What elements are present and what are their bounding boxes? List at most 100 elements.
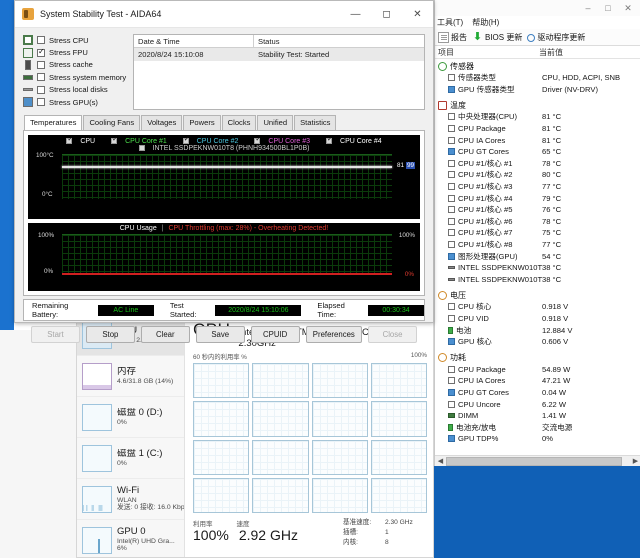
log-column-status[interactable]: Status [254, 35, 424, 47]
legend-item[interactable]: CPU Core #2 [179, 138, 243, 145]
legend-checkbox[interactable] [139, 145, 145, 151]
sensor-row[interactable]: 传感器类型CPU, HDD, ACPI, SNB [435, 72, 640, 84]
legend-checkbox[interactable] [66, 138, 72, 144]
sensor-row[interactable]: 电池12.884 V [435, 324, 640, 336]
battery-icon [448, 424, 453, 431]
scroll-right-icon[interactable]: ▶ [630, 456, 640, 467]
tab-voltages[interactable]: Voltages [141, 115, 182, 130]
sensor-row[interactable]: CPU #1/核心 #877 °C [435, 239, 640, 251]
legend-checkbox[interactable] [326, 138, 332, 144]
scroll-left-icon[interactable]: ◀ [435, 456, 446, 467]
legend-item[interactable]: CPU Core #4 [322, 138, 386, 145]
sensor-row[interactable]: CPU GT Cores65 °C [435, 146, 640, 158]
close-icon[interactable]: ✕ [402, 1, 433, 28]
legend-item[interactable]: INTEL SSDPEKNW010T8 (PHNH934500BL1P0B) [135, 145, 314, 152]
sensor-row[interactable]: DIMM1.41 W [435, 410, 640, 422]
legend-item[interactable]: CPU Core #3 [250, 138, 314, 145]
usage-ytick-bottom: 0% [44, 268, 53, 275]
clear-button[interactable]: Clear [141, 326, 190, 343]
minimize-icon[interactable]: – [578, 1, 598, 15]
stress-checkbox[interactable] [37, 98, 45, 106]
report-label: 报告 [451, 32, 467, 43]
sensor-row[interactable]: CPU #1/核心 #178 °C [435, 158, 640, 170]
report-button[interactable]: 报告 [438, 32, 467, 43]
stress-option-row[interactable]: Stress CPU [23, 34, 125, 46]
sensor-row[interactable]: 图形处理器(GPU)54 °C [435, 250, 640, 262]
sensor-row[interactable]: GPU TDP%0% [435, 433, 640, 445]
sensor-row[interactable]: INTEL SSDPEKNW010T8 (PH...38 °C [435, 262, 640, 274]
tab-temperatures[interactable]: Temperatures [24, 115, 82, 130]
maximize-icon[interactable]: □ [598, 1, 618, 15]
sensor-row-value: 6.22 W [542, 400, 640, 409]
column-header-item[interactable]: 项目 [435, 47, 539, 58]
stress-option-row[interactable]: Stress GPU(s) [23, 96, 125, 108]
sensor-row[interactable]: INTEL SSDPEKNW010T8 (PH...38 °C [435, 274, 640, 286]
minimize-icon[interactable]: — [340, 1, 371, 28]
sensor-row[interactable]: 中央处理器(CPU)81 °C [435, 111, 640, 123]
save-button[interactable]: Save [196, 326, 245, 343]
legend-item[interactable]: CPU Core #1 [107, 138, 171, 145]
stress-option-row[interactable]: Stress cache [23, 59, 125, 71]
aida64-titlebar[interactable]: System Stability Test - AIDA64 — ◻ ✕ [15, 1, 433, 28]
tab-unified[interactable]: Unified [257, 115, 293, 130]
logical-processor-grid[interactable] [193, 363, 427, 513]
stress-checkbox[interactable] [37, 86, 45, 94]
sensor-row[interactable]: CPU #1/核心 #678 °C [435, 216, 640, 228]
sensor-row[interactable]: CPU #1/核心 #280 °C [435, 169, 640, 181]
table-row[interactable]: 2020/8/24 15:10:08 Stability Test: Start… [134, 48, 424, 61]
sidebar-item-1-c[interactable]: 磁盘 1 (C:)0% [77, 438, 184, 479]
sensor-group-header[interactable]: 电压 [435, 289, 640, 301]
sensor-row[interactable]: CPU 核心0.918 V [435, 301, 640, 313]
legend-checkbox[interactable] [111, 138, 117, 144]
sensor-row[interactable]: CPU Package81 °C [435, 123, 640, 135]
menu-help[interactable]: 帮助(H) [472, 17, 499, 28]
sensor-row[interactable]: CPU #1/核心 #576 °C [435, 204, 640, 216]
sidebar-item-[interactable]: 内存4.6/31.8 GB (14%) [77, 356, 184, 397]
tab-clocks[interactable]: Clocks [222, 115, 257, 130]
log-column-datetime[interactable]: Date & Time [134, 35, 254, 47]
tab-powers[interactable]: Powers [183, 115, 220, 130]
legend-checkbox[interactable] [183, 138, 189, 144]
sensor-group-header[interactable]: 温度 [435, 99, 640, 111]
sensor-row[interactable]: CPU #1/核心 #377 °C [435, 181, 640, 193]
sensor-group-header[interactable]: 功耗 [435, 351, 640, 363]
bios-update-button[interactable]: ⬇ BIOS 更新 [472, 32, 522, 43]
stress-checkbox[interactable] [37, 36, 45, 44]
preferences-button[interactable]: Preferences [306, 326, 362, 343]
stress-option-row[interactable]: Stress local disks [23, 84, 125, 96]
sensor-row[interactable]: CPU IA Cores47.21 W [435, 375, 640, 387]
sensor-panel-scrollbar[interactable]: ◀ ▶ [435, 455, 640, 466]
sidebar-item-wi-fi[interactable]: Wi-FiWLAN发送: 0 接收: 16.0 Kbps [77, 479, 184, 520]
legend-item[interactable]: CPU [62, 138, 99, 145]
sensor-row[interactable]: CPU Package54.89 W [435, 363, 640, 375]
legend-checkbox[interactable] [254, 138, 260, 144]
sensor-row[interactable]: CPU Uncore6.22 W [435, 398, 640, 410]
column-header-value[interactable]: 当前值 [539, 47, 640, 58]
scrollbar-thumb[interactable] [446, 457, 622, 466]
sensor-row[interactable]: CPU #1/核心 #775 °C [435, 227, 640, 239]
stop-button[interactable]: Stop [86, 326, 135, 343]
tab-statistics[interactable]: Statistics [294, 115, 336, 130]
sidebar-item-0-d[interactable]: 磁盘 0 (D:)0% [77, 397, 184, 438]
sensor-row[interactable]: CPU GT Cores0.04 W [435, 387, 640, 399]
sensor-group-header[interactable]: 传感器 [435, 60, 640, 72]
close-icon[interactable]: ✕ [618, 1, 638, 15]
sensor-row[interactable]: GPU 传感器类型Driver (NV-DRV) [435, 84, 640, 96]
stress-checkbox[interactable] [37, 61, 45, 69]
stress-checkbox[interactable] [37, 49, 45, 57]
stress-option-row[interactable]: Stress system memory [23, 71, 125, 83]
sensor-row[interactable]: CPU VID0.918 V [435, 313, 640, 325]
sensor-row[interactable]: CPU IA Cores81 °C [435, 134, 640, 146]
tab-cooling-fans[interactable]: Cooling Fans [83, 115, 140, 130]
sidebar-item-gpu-0[interactable]: GPU 0Intel(R) UHD Gra...6% [77, 520, 184, 558]
sensor-row[interactable]: 电池充/放电交流电源 [435, 421, 640, 433]
menu-tools[interactable]: 工具(T) [437, 17, 463, 28]
stress-option-row[interactable]: Stress FPU [23, 46, 125, 58]
stress-checkbox[interactable] [37, 73, 45, 81]
sensor-row[interactable]: GPU 核心0.606 V [435, 336, 640, 348]
cpuid-button[interactable]: CPUID [251, 326, 300, 343]
maximize-icon[interactable]: ◻ [371, 1, 402, 28]
driver-update-button[interactable]: 驱动程序更新 [527, 32, 585, 43]
cpu-icon [448, 315, 455, 322]
sensor-row[interactable]: CPU #1/核心 #479 °C [435, 192, 640, 204]
